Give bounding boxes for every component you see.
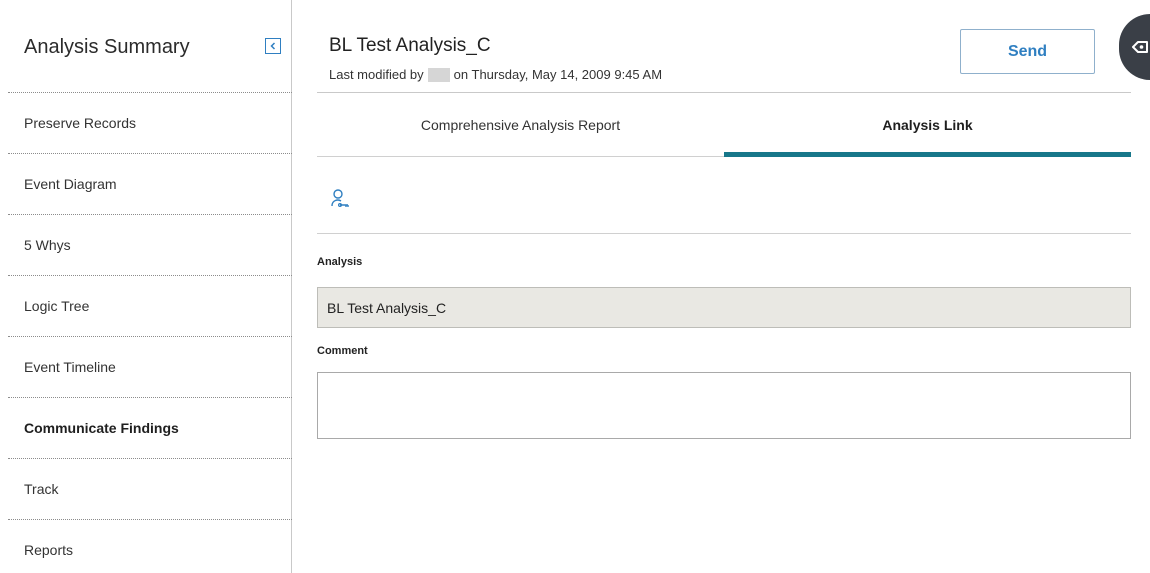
redacted-user-name [427, 67, 450, 82]
tab-analysis-link[interactable]: Analysis Link [724, 93, 1131, 157]
left-sidebar: Analysis Summary Preserve Records Event … [0, 0, 292, 573]
sidebar-item-5-whys[interactable]: 5 Whys [0, 214, 292, 275]
send-button[interactable]: Send [960, 29, 1095, 74]
sidebar-item-label: Communicate Findings [24, 419, 179, 436]
user-key-icon[interactable] [330, 188, 350, 208]
collapse-sidebar-button[interactable] [265, 38, 281, 54]
link-toolbar [317, 170, 1131, 234]
analysis-field: BL Test Analysis_C [317, 287, 1131, 328]
sidebar-item-track[interactable]: Track [0, 458, 292, 519]
tab-bar: Comprehensive Analysis Report Analysis L… [317, 93, 1131, 157]
sidebar-item-event-timeline[interactable]: Event Timeline [0, 336, 292, 397]
side-panel-toggle-icon [1132, 41, 1148, 53]
tab-label: Comprehensive Analysis Report [420, 116, 621, 133]
sidebar-item-label: Logic Tree [24, 297, 90, 314]
side-panel-toggle-button[interactable] [1119, 14, 1150, 80]
sidebar-item-communicate-findings[interactable]: Communicate Findings [0, 397, 292, 458]
sidebar-item-reports[interactable]: Reports [0, 519, 292, 573]
modified-prefix: Last modified by [329, 67, 424, 82]
last-modified-line: Last modified by on Thursday, May 14, 20… [329, 67, 662, 82]
analysis-label: Analysis [317, 256, 363, 268]
modified-suffix: on Thursday, May 14, 2009 9:45 AM [453, 67, 663, 82]
comment-label: Comment [317, 345, 368, 357]
tab-comprehensive-analysis-report[interactable]: Comprehensive Analysis Report [317, 93, 724, 156]
sidebar-nav: Preserve Records Event Diagram 5 Whys Lo… [0, 92, 292, 573]
page-title: BL Test Analysis_C [329, 35, 491, 56]
sidebar-item-label: Event Timeline [24, 358, 116, 375]
sidebar-title: Analysis Summary [24, 36, 190, 58]
sidebar-item-label: 5 Whys [24, 236, 71, 253]
sidebar-item-logic-tree[interactable]: Logic Tree [0, 275, 292, 336]
sidebar-header: Analysis Summary [24, 0, 292, 92]
sidebar-item-event-diagram[interactable]: Event Diagram [0, 153, 292, 214]
sidebar-item-preserve-records[interactable]: Preserve Records [0, 92, 292, 153]
sidebar-item-label: Reports [24, 541, 74, 558]
chevron-left-icon [270, 42, 276, 50]
sidebar-item-label: Track [24, 480, 59, 497]
sidebar-item-label: Preserve Records [24, 114, 137, 131]
tab-label: Analysis Link [882, 116, 973, 133]
comment-field[interactable] [317, 372, 1131, 439]
sidebar-item-label: Event Diagram [24, 175, 117, 192]
